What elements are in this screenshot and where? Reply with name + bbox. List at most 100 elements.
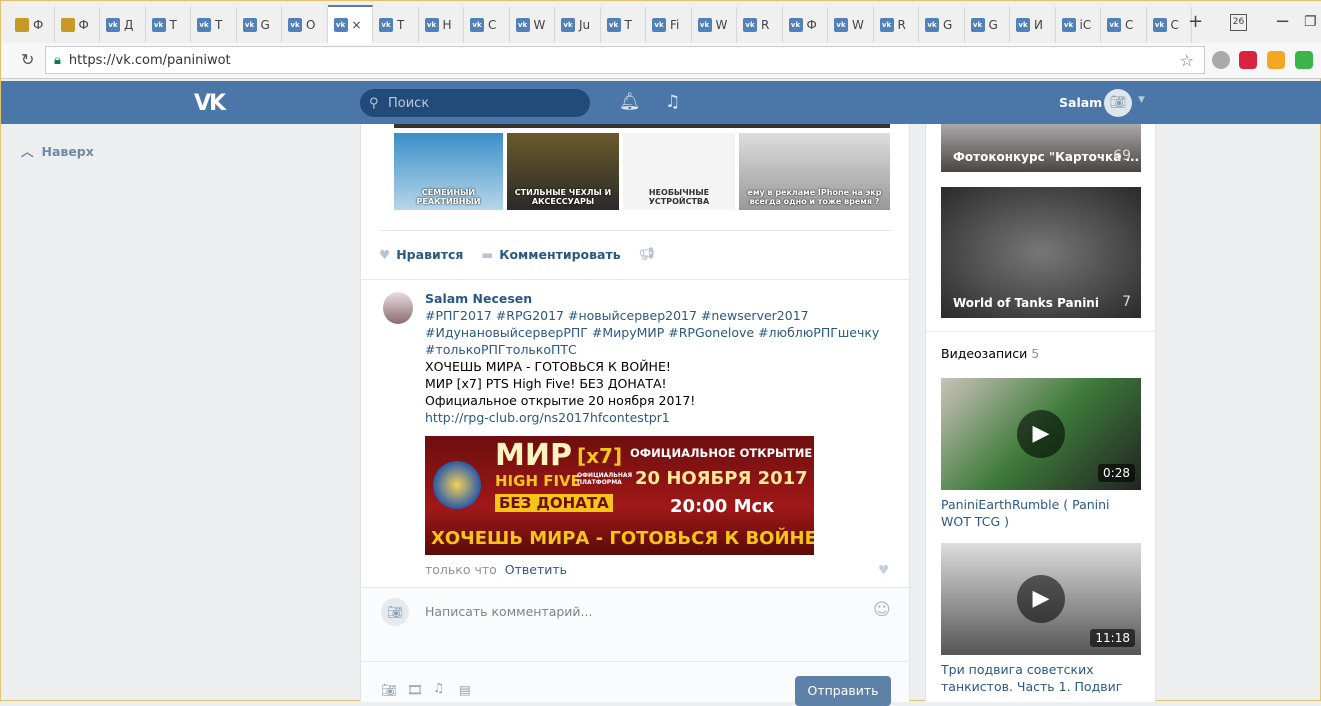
photo-thumb[interactable]: СЕМЕЙНЫЙ РЕАКТИВНЫЙ bbox=[394, 133, 503, 210]
new-tab-button[interactable]: + bbox=[1188, 11, 1203, 32]
browser-tab[interactable]: vk iC bbox=[1056, 7, 1101, 43]
comment-avatar[interactable] bbox=[383, 292, 413, 324]
browser-tab[interactable]: vk Т bbox=[601, 7, 646, 43]
tab-title: W bbox=[533, 18, 546, 32]
browser-tab[interactable]: vk G bbox=[919, 7, 965, 43]
album-card[interactable]: World of Tanks Panini 7 bbox=[941, 187, 1141, 318]
browser-tab[interactable]: vk Д bbox=[100, 7, 146, 43]
browser-tab[interactable]: vk G bbox=[965, 7, 1010, 43]
comment-button[interactable]: ▬ Комментировать bbox=[481, 247, 620, 262]
vk-favicon-icon: vk bbox=[197, 18, 211, 32]
browser-tab[interactable]: vk W bbox=[828, 7, 874, 43]
tab-title: О bbox=[306, 18, 316, 32]
videos-header[interactable]: Видеозаписи 5 bbox=[941, 346, 1039, 361]
comment-link[interactable]: http://rpg-club.org/ns2017hfcontestpr1 bbox=[425, 409, 885, 426]
camera-icon[interactable]: 📷︎ bbox=[381, 682, 397, 698]
minimize-button[interactable]: − bbox=[1275, 11, 1290, 32]
reload-icon[interactable]: ↻ bbox=[21, 50, 34, 69]
vk-favicon-icon: vk bbox=[879, 18, 894, 32]
emblem-favicon-icon bbox=[60, 18, 75, 32]
audio-icon[interactable]: ♫ bbox=[433, 680, 444, 695]
comment-hashtags[interactable]: #РПГ2017 #RPG2017 #новыйсервер2017 #news… bbox=[425, 307, 885, 358]
vk-logo[interactable]: VK bbox=[194, 91, 226, 116]
album-card[interactable]: Фотоконкурс "Карточка ... 69 bbox=[941, 124, 1141, 172]
photo-thumb[interactable]: ему в рекламе IPhone на экр всегда одно … bbox=[739, 133, 890, 210]
browser-tab[interactable]: vk Т bbox=[373, 7, 419, 43]
browser-tab[interactable]: vk Ju bbox=[555, 7, 601, 43]
vk-favicon-icon: vk bbox=[1016, 18, 1030, 32]
album-count: 7 bbox=[1122, 294, 1131, 310]
browser-tab[interactable]: vk О bbox=[282, 7, 328, 43]
video-icon[interactable]: 🎞︎ bbox=[407, 682, 423, 698]
video-title[interactable]: PaniniEarthRumble ( Panini WOT TCG ) bbox=[941, 496, 1141, 530]
photo-caption: СЕМЕЙНЫЙ РЕАКТИВНЫЙ bbox=[416, 188, 481, 206]
tab-close-icon[interactable]: × bbox=[352, 18, 362, 32]
video-duration: 0:28 bbox=[1098, 464, 1135, 482]
reply-link[interactable]: Ответить bbox=[505, 562, 567, 577]
emoji-icon[interactable]: ☺ bbox=[873, 600, 891, 620]
photo-caption: НЕОБЫЧНЫЕ УСТРОЙСТВА bbox=[648, 188, 710, 206]
restore-button[interactable]: ❐ bbox=[1304, 14, 1317, 30]
comment-time[interactable]: только что bbox=[425, 562, 497, 577]
browser-tab[interactable]: vk Fi bbox=[646, 7, 692, 43]
play-icon: ▶ bbox=[1017, 575, 1065, 623]
extension-mail-icon[interactable] bbox=[1212, 51, 1230, 69]
album-title: World of Tanks Panini bbox=[953, 296, 1099, 310]
photo-caption: СТИЛЬНЫЕ ЧЕХЛЫ И АКСЕССУАРЫ bbox=[514, 188, 612, 206]
banner-title: МИР bbox=[495, 438, 572, 473]
browser-tab[interactable]: vk С bbox=[464, 7, 510, 43]
heart-icon: ♥ bbox=[379, 246, 391, 262]
browser-tab[interactable]: vk W bbox=[692, 7, 737, 43]
comment-like-icon[interactable]: ♥ bbox=[878, 562, 889, 577]
tab-title: Ф bbox=[806, 18, 817, 32]
browser-tab[interactable]: vk W bbox=[510, 7, 555, 43]
browser-tab[interactable]: vk Н bbox=[419, 7, 464, 43]
browser-tab[interactable]: vk С bbox=[1101, 7, 1147, 43]
vk-favicon-icon: vk bbox=[970, 18, 985, 32]
browser-tab[interactable]: vk G bbox=[237, 7, 282, 43]
browser-tab[interactable]: vk С bbox=[1147, 7, 1192, 43]
comment-input[interactable]: Написать комментарий... bbox=[425, 604, 592, 619]
video-thumb[interactable]: ▶ 11:18 bbox=[941, 543, 1141, 655]
calendar-icon[interactable]: 26 bbox=[1230, 14, 1247, 31]
browser-tab[interactable]: vk × bbox=[327, 5, 373, 43]
like-button[interactable]: ♥ Нравится bbox=[379, 247, 463, 262]
extension-list-icon[interactable] bbox=[1295, 51, 1313, 69]
user-name[interactable]: Salam bbox=[1059, 95, 1102, 110]
url-input[interactable]: 🔒︎ https://vk.com/paniniwot ☆ bbox=[45, 46, 1205, 74]
document-icon[interactable]: ▤ bbox=[459, 682, 471, 697]
browser-tab[interactable]: vk Ф bbox=[783, 7, 828, 43]
play-icon: ▶ bbox=[1017, 410, 1065, 458]
photo-thumb[interactable]: НЕОБЫЧНЫЕ УСТРОЙСТВА bbox=[623, 133, 735, 210]
browser-tab[interactable]: Ф bbox=[55, 7, 100, 43]
avatar[interactable]: 📷︎ bbox=[1104, 89, 1132, 117]
search-input[interactable]: ⚲ Поиск bbox=[360, 89, 590, 117]
video-title[interactable]: Три подвига советских танкистов. Часть 1… bbox=[941, 661, 1141, 695]
extension-chat-icon[interactable] bbox=[1267, 51, 1285, 69]
back-to-top-link[interactable]: ︿ Наверх bbox=[21, 141, 94, 160]
banner-slogan: ХОЧЕШЬ МИРА - ГОТОВЬСЯ К ВОЙНЕ bbox=[431, 528, 814, 549]
photo-thumb[interactable]: СТИЛЬНЫЕ ЧЕХЛЫ И АКСЕССУАРЫ bbox=[507, 133, 619, 210]
bell-icon[interactable]: 🔔︎ bbox=[619, 92, 641, 112]
share-megaphone-icon[interactable]: 📢︎ bbox=[639, 246, 655, 262]
browser-tab[interactable]: Ф bbox=[9, 7, 55, 43]
chevron-down-icon[interactable]: ▼ bbox=[1138, 95, 1145, 105]
send-button[interactable]: Отправить bbox=[795, 676, 891, 706]
chevron-up-icon: ︿ bbox=[21, 144, 34, 159]
extension-shield-icon[interactable] bbox=[1239, 51, 1257, 69]
banner-rate: [x7] bbox=[577, 444, 623, 468]
browser-tab[interactable]: vk Т bbox=[146, 7, 191, 43]
browser-tab[interactable]: vk И bbox=[1010, 7, 1056, 43]
bookmark-star-icon[interactable]: ☆ bbox=[1180, 51, 1194, 70]
video-thumb[interactable]: ▶ 0:28 bbox=[941, 378, 1141, 490]
vk-favicon-icon: vk bbox=[1107, 18, 1121, 32]
search-placeholder: Поиск bbox=[388, 95, 430, 111]
music-icon[interactable]: ♫ bbox=[665, 92, 680, 112]
browser-tab[interactable]: vk R bbox=[737, 7, 783, 43]
vk-favicon-icon: vk bbox=[515, 18, 530, 32]
browser-tab[interactable]: vk Т bbox=[191, 7, 237, 43]
comment-author[interactable]: Salam Necesen bbox=[425, 290, 885, 307]
browser-tab[interactable]: vk R bbox=[874, 7, 919, 43]
comment-icon: ▬ bbox=[481, 246, 494, 262]
promo-banner[interactable]: МИР [x7] HIGH FIVE ОФИЦИАЛЬНАЯ ПЛАТФОРМА… bbox=[425, 436, 814, 555]
